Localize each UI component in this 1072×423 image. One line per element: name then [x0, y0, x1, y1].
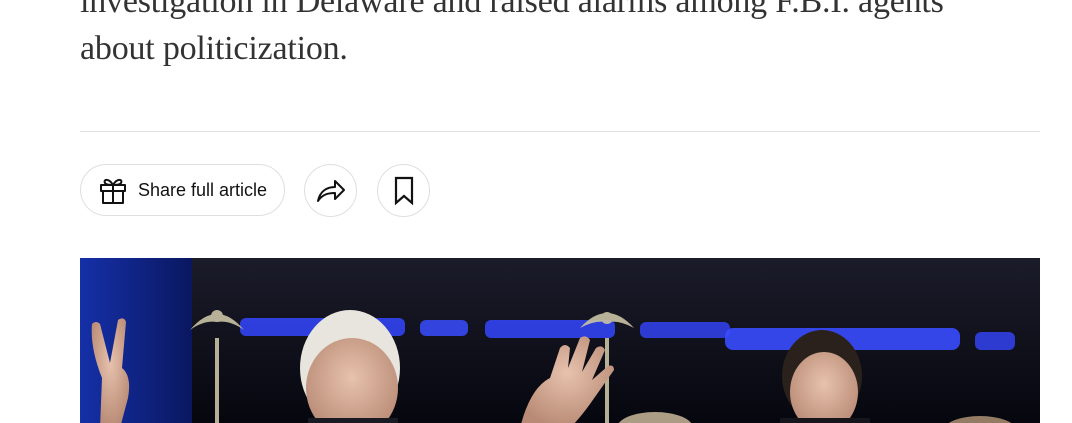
summary-line-2: about politicization.: [80, 30, 348, 67]
photo-illustration: [80, 258, 1040, 423]
article-page: investigation in Delaware and raised ala…: [0, 0, 1072, 423]
divider: [80, 131, 1040, 132]
share-full-article-button[interactable]: Share full article: [80, 164, 285, 216]
summary-line-1: investigation in Delaware and raised ala…: [80, 0, 944, 20]
save-bookmark-button[interactable]: [377, 164, 430, 217]
article-photo: [80, 258, 1040, 423]
bookmark-icon: [393, 176, 415, 206]
article-summary: investigation in Delaware and raised ala…: [80, 0, 1060, 72]
share-arrow-icon: [315, 177, 347, 205]
share-full-article-label: Share full article: [138, 179, 268, 200]
share-button[interactable]: [304, 164, 357, 217]
gift-icon: [97, 174, 129, 206]
